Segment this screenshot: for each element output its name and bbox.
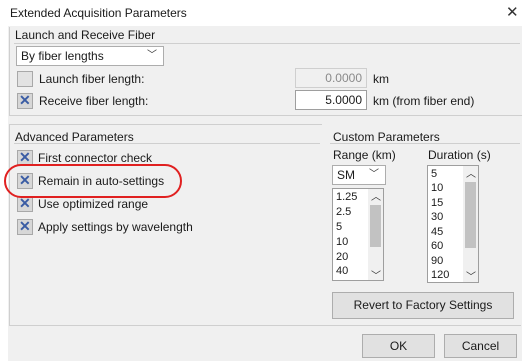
range-item[interactable]: 5 <box>336 221 342 233</box>
fiber-mode-value: By fiber lengths <box>21 49 104 63</box>
range-item[interactable]: 2.5 <box>336 206 351 218</box>
group-title-underline <box>14 43 520 44</box>
duration-item[interactable]: 120 <box>431 269 449 281</box>
receive-fiber-input[interactable]: 5.0000 <box>295 90 367 110</box>
fiber-type-dropdown[interactable]: SM ﹀ <box>332 165 386 185</box>
range-item[interactable]: 1.25 <box>336 191 357 203</box>
receive-fiber-checkbox[interactable] <box>17 92 33 109</box>
duration-scrollbar[interactable]: ︿ ﹀ <box>463 165 478 283</box>
revert-factory-button[interactable]: Revert to Factory Settings <box>332 292 514 319</box>
range-listbox[interactable]: 1.25 2.5 5 10 20 40 ︿ ﹀ <box>332 188 384 282</box>
optimized-range-label: Use optimized range <box>38 197 149 211</box>
duration-item[interactable]: 15 <box>431 197 443 209</box>
optimized-range-checkbox[interactable] <box>17 195 33 212</box>
duration-item[interactable]: 5 <box>431 168 437 180</box>
scroll-up-icon[interactable]: ︿ <box>371 188 381 203</box>
scroll-down-icon[interactable]: ﹀ <box>371 267 381 282</box>
duration-header: Duration (s) <box>428 148 491 162</box>
custom-title-underline <box>330 143 520 144</box>
duration-item[interactable]: 90 <box>431 255 443 267</box>
first-connector-label: First connector check <box>38 151 153 165</box>
duration-item[interactable]: 30 <box>431 211 443 223</box>
launch-receive-group-title: Launch and Receive Fiber <box>15 28 156 42</box>
range-item[interactable]: 20 <box>336 251 348 263</box>
footer-divider <box>9 325 521 326</box>
window-title: Extended Acquisition Parameters <box>10 6 187 20</box>
apply-wavelength-checkbox[interactable] <box>17 218 33 235</box>
duration-item[interactable]: 60 <box>431 240 443 252</box>
range-item[interactable]: 10 <box>336 236 348 248</box>
launch-fiber-input[interactable]: 0.0000 <box>295 68 367 88</box>
fiber-mode-dropdown[interactable]: By fiber lengths ﹀ <box>16 46 164 66</box>
range-item[interactable]: 40 <box>336 265 348 277</box>
close-icon[interactable]: ✕ <box>506 3 519 21</box>
chevron-down-icon: ﹀ <box>147 50 157 61</box>
launch-fiber-unit: km <box>373 72 389 86</box>
cancel-button[interactable]: Cancel <box>444 334 517 358</box>
launch-fiber-checkbox[interactable] <box>17 71 33 87</box>
advanced-title-underline <box>14 143 320 144</box>
receive-fiber-label: Receive fiber length: <box>39 94 149 108</box>
fiber-type-value: SM <box>337 168 355 182</box>
apply-wavelength-label: Apply settings by wavelength <box>38 220 193 234</box>
duration-item[interactable]: 10 <box>431 182 443 194</box>
range-scrollbar[interactable]: ︿ ﹀ <box>368 188 383 282</box>
launch-fiber-label: Launch fiber length: <box>39 72 145 86</box>
scroll-down-icon[interactable]: ﹀ <box>466 268 476 283</box>
highlight-oval <box>4 164 182 198</box>
custom-group-title: Custom Parameters <box>333 130 440 144</box>
scroll-up-icon[interactable]: ︿ <box>466 165 476 180</box>
duration-item[interactable]: 45 <box>431 226 443 238</box>
duration-listbox[interactable]: 5 10 15 30 45 60 90 120 ︿ ﹀ <box>427 165 479 283</box>
ok-button[interactable]: OK <box>362 334 435 358</box>
receive-fiber-unit: km (from fiber end) <box>373 94 475 108</box>
chevron-down-icon: ﹀ <box>369 169 379 180</box>
duration-scroll-thumb[interactable] <box>465 182 476 248</box>
advanced-group-title: Advanced Parameters <box>15 130 134 144</box>
range-scroll-thumb[interactable] <box>370 205 381 247</box>
range-header: Range (km) <box>333 148 396 162</box>
